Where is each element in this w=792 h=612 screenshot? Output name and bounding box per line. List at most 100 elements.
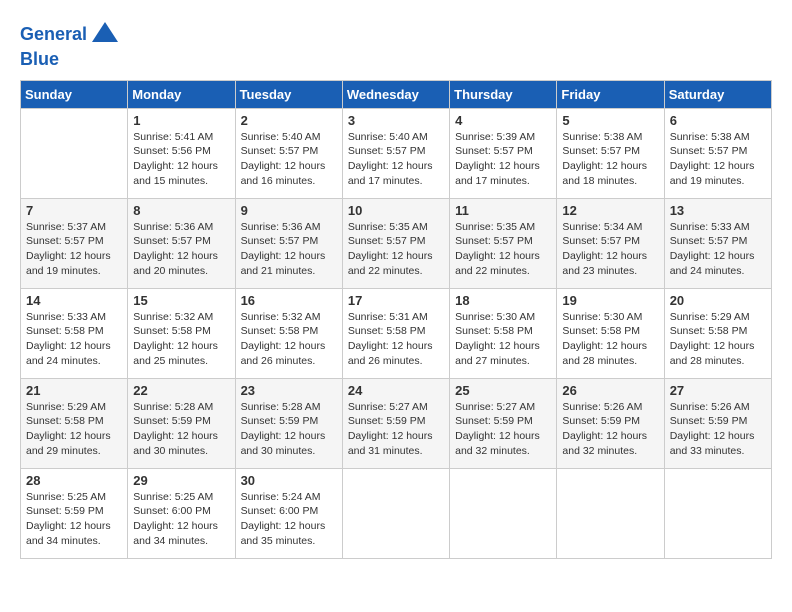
calendar-cell: 3 Sunrise: 5:40 AM Sunset: 5:57 PM Daylig… [342,108,449,198]
logo: General Blue [20,20,120,70]
calendar-cell [21,108,128,198]
calendar-cell: 12 Sunrise: 5:34 AM Sunset: 5:57 PM Dayli… [557,198,664,288]
calendar-header-row: SundayMondayTuesdayWednesdayThursdayFrid… [21,80,772,108]
page-header: General Blue [20,20,772,70]
calendar-header-friday: Friday [557,80,664,108]
calendar-cell [450,468,557,558]
calendar-cell: 21Sunrise: 5:29 AM Sunset: 5:58 PM Dayli… [21,378,128,468]
calendar-header-sunday: Sunday [21,80,128,108]
calendar-cell: 30 Sunrise: 5:24 AM Sunset: 6:00 PM Dayli… [235,468,342,558]
day-number: 28 [26,473,122,488]
day-number: 16 [241,293,337,308]
calendar-cell: 11 Sunrise: 5:35 AM Sunset: 5:57 PM Dayli… [450,198,557,288]
day-number: 10 [348,203,444,218]
day-info: Sunrise: 5:25 AM Sunset: 6:00 PM Dayligh… [133,490,229,549]
calendar-cell: 18 Sunrise: 5:30 AM Sunset: 5:58 PM Dayli… [450,288,557,378]
calendar-cell: 8Sunrise: 5:36 AM Sunset: 5:57 PM Daylig… [128,198,235,288]
calendar-cell: 16 Sunrise: 5:32 AM Sunset: 5:58 PM Dayli… [235,288,342,378]
day-info: Sunrise: 5:33 AM Sunset: 5:58 PM Dayligh… [26,310,122,369]
calendar-cell: 29 Sunrise: 5:25 AM Sunset: 6:00 PM Dayli… [128,468,235,558]
day-info: Sunrise: 5:38 AM Sunset: 5:57 PM Dayligh… [562,130,658,189]
calendar-cell: 1 Sunrise: 5:41 AM Sunset: 5:56 PM Daylig… [128,108,235,198]
day-info: Sunrise: 5:28 AM Sunset: 5:59 PM Dayligh… [133,400,229,459]
calendar-week-row: 7 Sunrise: 5:37 AM Sunset: 5:57 PM Daylig… [21,198,772,288]
calendar-cell: 25 Sunrise: 5:27 AM Sunset: 5:59 PM Dayli… [450,378,557,468]
calendar-cell: 22 Sunrise: 5:28 AM Sunset: 5:59 PM Dayli… [128,378,235,468]
day-number: 25 [455,383,551,398]
day-info: Sunrise: 5:27 AM Sunset: 5:59 PM Dayligh… [348,400,444,459]
calendar-cell: 26 Sunrise: 5:26 AM Sunset: 5:59 PM Dayli… [557,378,664,468]
calendar-header-tuesday: Tuesday [235,80,342,108]
day-info: Sunrise: 5:30 AM Sunset: 5:58 PM Dayligh… [562,310,658,369]
calendar-cell: 20Sunrise: 5:29 AM Sunset: 5:58 PM Dayli… [664,288,771,378]
calendar-cell: 4 Sunrise: 5:39 AM Sunset: 5:57 PM Daylig… [450,108,557,198]
day-number: 17 [348,293,444,308]
day-number: 1 [133,113,229,128]
calendar-cell [557,468,664,558]
day-number: 11 [455,203,551,218]
day-info: Sunrise: 5:27 AM Sunset: 5:59 PM Dayligh… [455,400,551,459]
day-info: Sunrise: 5:32 AM Sunset: 5:58 PM Dayligh… [133,310,229,369]
day-info: Sunrise: 5:33 AM Sunset: 5:57 PM Dayligh… [670,220,766,279]
day-info: Sunrise: 5:40 AM Sunset: 5:57 PM Dayligh… [348,130,444,189]
calendar-cell [342,468,449,558]
day-info: Sunrise: 5:37 AM Sunset: 5:57 PM Dayligh… [26,220,122,279]
calendar-week-row: 28Sunrise: 5:25 AM Sunset: 5:59 PM Dayli… [21,468,772,558]
calendar-week-row: 1 Sunrise: 5:41 AM Sunset: 5:56 PM Daylig… [21,108,772,198]
calendar-cell: 17 Sunrise: 5:31 AM Sunset: 5:58 PM Dayli… [342,288,449,378]
calendar-cell: 28Sunrise: 5:25 AM Sunset: 5:59 PM Dayli… [21,468,128,558]
calendar-cell: 5 Sunrise: 5:38 AM Sunset: 5:57 PM Daylig… [557,108,664,198]
calendar-header-monday: Monday [128,80,235,108]
day-number: 12 [562,203,658,218]
day-info: Sunrise: 5:30 AM Sunset: 5:58 PM Dayligh… [455,310,551,369]
day-number: 18 [455,293,551,308]
day-number: 29 [133,473,229,488]
day-info: Sunrise: 5:26 AM Sunset: 5:59 PM Dayligh… [562,400,658,459]
day-number: 27 [670,383,766,398]
calendar-cell: 13 Sunrise: 5:33 AM Sunset: 5:57 PM Dayli… [664,198,771,288]
calendar-cell: 19 Sunrise: 5:30 AM Sunset: 5:58 PM Dayli… [557,288,664,378]
calendar-header-thursday: Thursday [450,80,557,108]
day-number: 19 [562,293,658,308]
day-info: Sunrise: 5:38 AM Sunset: 5:57 PM Dayligh… [670,130,766,189]
calendar-cell [664,468,771,558]
calendar-cell: 10 Sunrise: 5:35 AM Sunset: 5:57 PM Dayli… [342,198,449,288]
day-number: 9 [241,203,337,218]
day-info: Sunrise: 5:35 AM Sunset: 5:57 PM Dayligh… [455,220,551,279]
calendar-cell: 23Sunrise: 5:28 AM Sunset: 5:59 PM Dayli… [235,378,342,468]
day-number: 22 [133,383,229,398]
day-number: 15 [133,293,229,308]
calendar-cell: 6 Sunrise: 5:38 AM Sunset: 5:57 PM Daylig… [664,108,771,198]
logo-text: General [20,20,120,50]
day-number: 23 [241,383,337,398]
day-info: Sunrise: 5:39 AM Sunset: 5:57 PM Dayligh… [455,130,551,189]
day-info: Sunrise: 5:34 AM Sunset: 5:57 PM Dayligh… [562,220,658,279]
day-info: Sunrise: 5:35 AM Sunset: 5:57 PM Dayligh… [348,220,444,279]
calendar-cell: 14 Sunrise: 5:33 AM Sunset: 5:58 PM Dayli… [21,288,128,378]
day-number: 26 [562,383,658,398]
day-number: 30 [241,473,337,488]
day-number: 5 [562,113,658,128]
day-number: 4 [455,113,551,128]
day-number: 7 [26,203,122,218]
day-number: 13 [670,203,766,218]
day-number: 6 [670,113,766,128]
calendar-cell: 27Sunrise: 5:26 AM Sunset: 5:59 PM Dayli… [664,378,771,468]
calendar-cell: 24 Sunrise: 5:27 AM Sunset: 5:59 PM Dayli… [342,378,449,468]
day-info: Sunrise: 5:41 AM Sunset: 5:56 PM Dayligh… [133,130,229,189]
day-info: Sunrise: 5:29 AM Sunset: 5:58 PM Dayligh… [670,310,766,369]
day-info: Sunrise: 5:40 AM Sunset: 5:57 PM Dayligh… [241,130,337,189]
day-info: Sunrise: 5:24 AM Sunset: 6:00 PM Dayligh… [241,490,337,549]
day-number: 24 [348,383,444,398]
day-number: 14 [26,293,122,308]
day-info: Sunrise: 5:32 AM Sunset: 5:58 PM Dayligh… [241,310,337,369]
day-number: 3 [348,113,444,128]
calendar-table: SundayMondayTuesdayWednesdayThursdayFrid… [20,80,772,559]
calendar-cell: 2 Sunrise: 5:40 AM Sunset: 5:57 PM Daylig… [235,108,342,198]
logo-text2: Blue [20,50,120,70]
calendar-week-row: 14 Sunrise: 5:33 AM Sunset: 5:58 PM Dayli… [21,288,772,378]
day-number: 2 [241,113,337,128]
day-number: 21 [26,383,122,398]
calendar-cell: 9Sunrise: 5:36 AM Sunset: 5:57 PM Daylig… [235,198,342,288]
day-info: Sunrise: 5:31 AM Sunset: 5:58 PM Dayligh… [348,310,444,369]
